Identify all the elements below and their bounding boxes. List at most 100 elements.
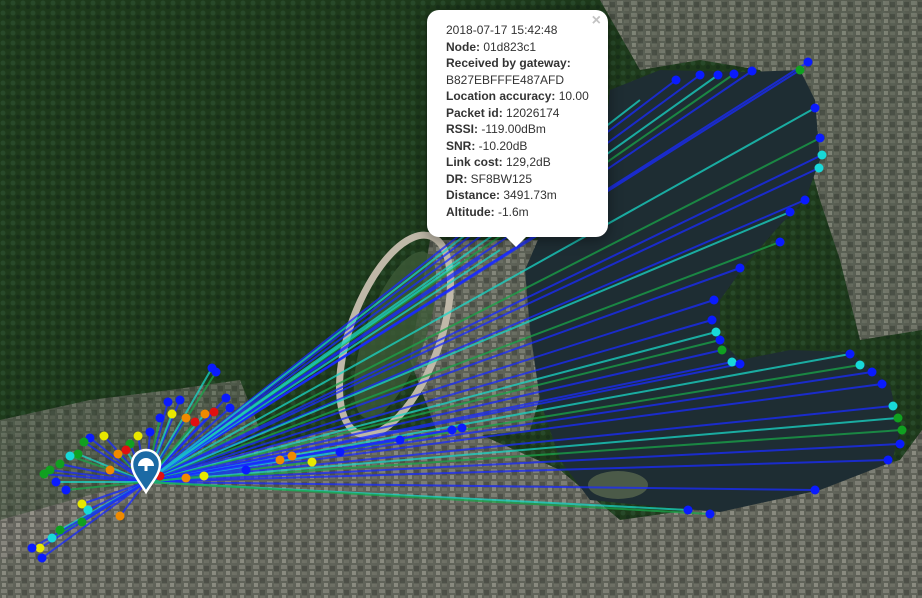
measurement-point[interactable]	[167, 409, 177, 419]
measurement-point[interactable]	[729, 69, 739, 79]
measurement-point[interactable]	[211, 367, 221, 377]
popup-field-label: SNR:	[446, 138, 476, 153]
popup-field-label: Location accuracy:	[446, 89, 556, 103]
popup-fields: Node: 01d823c1 Received by gateway: B827EB…	[446, 39, 598, 221]
measurement-point[interactable]	[209, 407, 219, 417]
measurement-point[interactable]	[713, 70, 723, 80]
measurement-point[interactable]	[815, 133, 825, 143]
measurement-point[interactable]	[867, 367, 877, 377]
measurement-point[interactable]	[735, 263, 745, 273]
measurement-point[interactable]	[735, 359, 745, 369]
packet-info-popup: × 2018-07-17 15:42:48 Node: 01d823c1 Rece…	[427, 10, 608, 247]
measurement-point[interactable]	[225, 403, 235, 413]
measurement-point[interactable]	[121, 445, 131, 455]
measurement-point[interactable]	[683, 505, 693, 515]
measurement-point[interactable]	[61, 485, 71, 495]
measurement-point[interactable]	[47, 533, 57, 543]
measurement-point[interactable]	[35, 543, 45, 553]
measurement-point[interactable]	[105, 465, 115, 475]
measurement-point[interactable]	[27, 543, 37, 553]
measurement-point[interactable]	[715, 335, 725, 345]
popup-field-label: Received by gateway:	[446, 56, 571, 70]
popup-field-label: RSSI:	[446, 122, 479, 136]
measurement-point[interactable]	[817, 150, 827, 160]
popup-tip	[506, 237, 526, 247]
measurement-point[interactable]	[39, 469, 49, 479]
popup-field-label: Altitude:	[446, 204, 495, 219]
popup-field-label: DR:	[446, 171, 468, 186]
measurement-point[interactable]	[77, 517, 87, 527]
measurement-point[interactable]	[709, 295, 719, 305]
measurement-point[interactable]	[190, 417, 200, 427]
measurement-point[interactable]	[695, 70, 705, 80]
measurement-point[interactable]	[155, 413, 165, 423]
measurement-point[interactable]	[707, 315, 717, 325]
measurement-point[interactable]	[800, 195, 810, 205]
measurement-point[interactable]	[810, 103, 820, 113]
popup-field-label: Packet id:	[446, 105, 503, 120]
measurement-point[interactable]	[113, 449, 123, 459]
measurement-point[interactable]	[51, 477, 61, 487]
measurement-point[interactable]	[395, 435, 405, 445]
measurement-point[interactable]	[115, 511, 125, 521]
measurement-point[interactable]	[37, 553, 47, 563]
popup-field-value: 3491.73m	[500, 188, 557, 202]
measurement-point[interactable]	[55, 459, 65, 469]
measurement-point[interactable]	[717, 345, 727, 355]
measurement-point[interactable]	[241, 465, 251, 475]
measurement-point[interactable]	[893, 413, 903, 423]
measurement-point[interactable]	[775, 237, 785, 247]
measurement-point[interactable]	[447, 425, 457, 435]
measurement-point[interactable]	[877, 379, 887, 389]
measurement-point[interactable]	[747, 66, 757, 76]
measurement-point[interactable]	[200, 409, 210, 419]
pin-inner-base	[144, 466, 148, 471]
measurement-point[interactable]	[814, 163, 824, 173]
measurement-point[interactable]	[307, 457, 317, 467]
measurement-point[interactable]	[795, 65, 805, 75]
measurement-point[interactable]	[803, 57, 813, 67]
popup-field-row: Received by gateway:	[446, 55, 598, 72]
measurement-point[interactable]	[727, 357, 737, 367]
popup-field-row: Link cost: 129,2dB	[446, 154, 598, 171]
measurement-point[interactable]	[855, 360, 865, 370]
measurement-point[interactable]	[199, 471, 209, 481]
measurement-point[interactable]	[55, 525, 65, 535]
measurement-point[interactable]	[810, 485, 820, 495]
measurement-point[interactable]	[65, 451, 75, 461]
measurement-point[interactable]	[705, 509, 715, 519]
measurement-point[interactable]	[145, 427, 155, 437]
measurement-point[interactable]	[133, 431, 143, 441]
measurement-point[interactable]	[671, 75, 681, 85]
measurement-point[interactable]	[897, 425, 907, 435]
measurement-point[interactable]	[457, 423, 467, 433]
measurement-point[interactable]	[73, 449, 83, 459]
measurement-point[interactable]	[275, 455, 285, 465]
measurement-point[interactable]	[785, 207, 795, 217]
measurement-point[interactable]	[888, 401, 898, 411]
measurement-point[interactable]	[175, 395, 185, 405]
measurement-point[interactable]	[287, 451, 297, 461]
popup-field-value: SF8BW125	[467, 171, 533, 186]
popup-field-value: -119.00dBm	[478, 122, 546, 136]
popup-field-value: B827EBFFFE487AFD	[446, 72, 565, 87]
popup-field-row: Distance: 3491.73m	[446, 187, 598, 204]
measurement-point[interactable]	[883, 455, 893, 465]
measurement-point[interactable]	[163, 397, 173, 407]
close-icon[interactable]: ×	[592, 13, 601, 29]
measurement-point[interactable]	[221, 393, 231, 403]
popup-field-row: DR: SF8BW125	[446, 171, 598, 188]
measurement-point[interactable]	[335, 447, 345, 457]
measurement-point[interactable]	[79, 437, 89, 447]
popup-field-label: Distance:	[446, 188, 501, 202]
measurement-point[interactable]	[181, 473, 191, 483]
measurement-point[interactable]	[181, 413, 191, 423]
measurement-point[interactable]	[895, 439, 905, 449]
measurement-point[interactable]	[83, 505, 93, 515]
measurement-point[interactable]	[845, 349, 855, 359]
popup-field-row: Node: 01d823c1	[446, 39, 598, 56]
measurement-point[interactable]	[99, 431, 109, 441]
popup-field-value: -1.6m	[494, 204, 529, 219]
measurement-point[interactable]	[711, 327, 721, 337]
popup-field-value: 01d823c1	[480, 39, 537, 54]
